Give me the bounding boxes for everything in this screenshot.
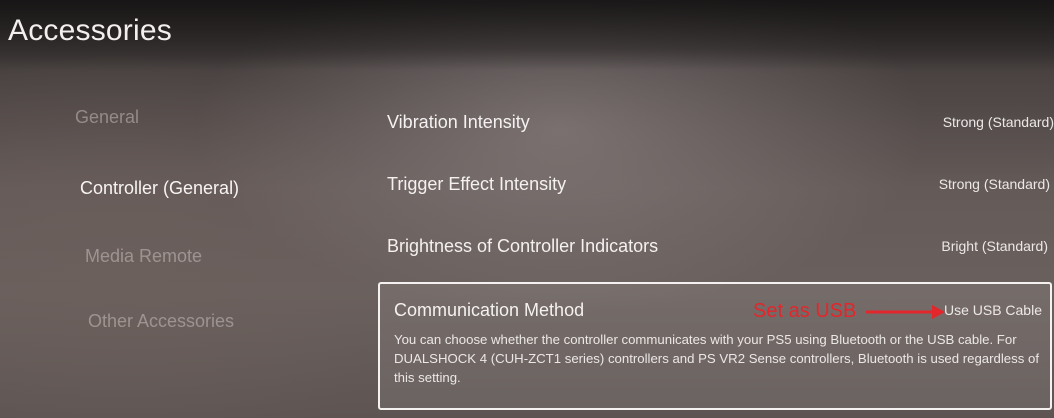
- sidebar-item-media-remote[interactable]: Media Remote: [85, 246, 202, 267]
- setting-label: Vibration Intensity: [387, 112, 530, 132]
- setting-description: You can choose whether the controller co…: [394, 332, 1039, 385]
- sidebar-item-other-accessories[interactable]: Other Accessories: [88, 311, 234, 332]
- red-arrow-icon: [866, 305, 945, 319]
- setting-vibration-intensity[interactable]: Vibration Intensity Strong (Standard): [380, 102, 1054, 146]
- setting-label: Trigger Effect Intensity: [387, 174, 567, 194]
- sidebar-item-general[interactable]: General: [75, 107, 139, 128]
- sidebar-item-controller-general[interactable]: Controller (General): [80, 178, 239, 199]
- setting-value: Bright (Standard): [941, 238, 1048, 254]
- page-title: Accessories: [8, 14, 172, 47]
- setting-communication-method[interactable]: Communication Method Use USB Cable You c…: [378, 282, 1052, 410]
- setting-value: Strong (Standard): [942, 114, 1054, 130]
- setting-label: Brightness of Controller Indicators: [387, 236, 659, 256]
- setting-trigger-effect-intensity[interactable]: Trigger Effect Intensity Strong (Standar…: [380, 164, 1054, 208]
- setting-value: Use USB Cable: [943, 302, 1042, 318]
- annotation-label: Set as USB: [753, 300, 857, 322]
- ps5-settings-screen: Accessories General Controller (General)…: [0, 0, 1054, 418]
- setting-brightness-controller-indicators[interactable]: Brightness of Controller Indicators Brig…: [380, 226, 1054, 270]
- setting-value: Strong (Standard): [938, 176, 1050, 192]
- setting-label: Communication Method: [394, 300, 585, 320]
